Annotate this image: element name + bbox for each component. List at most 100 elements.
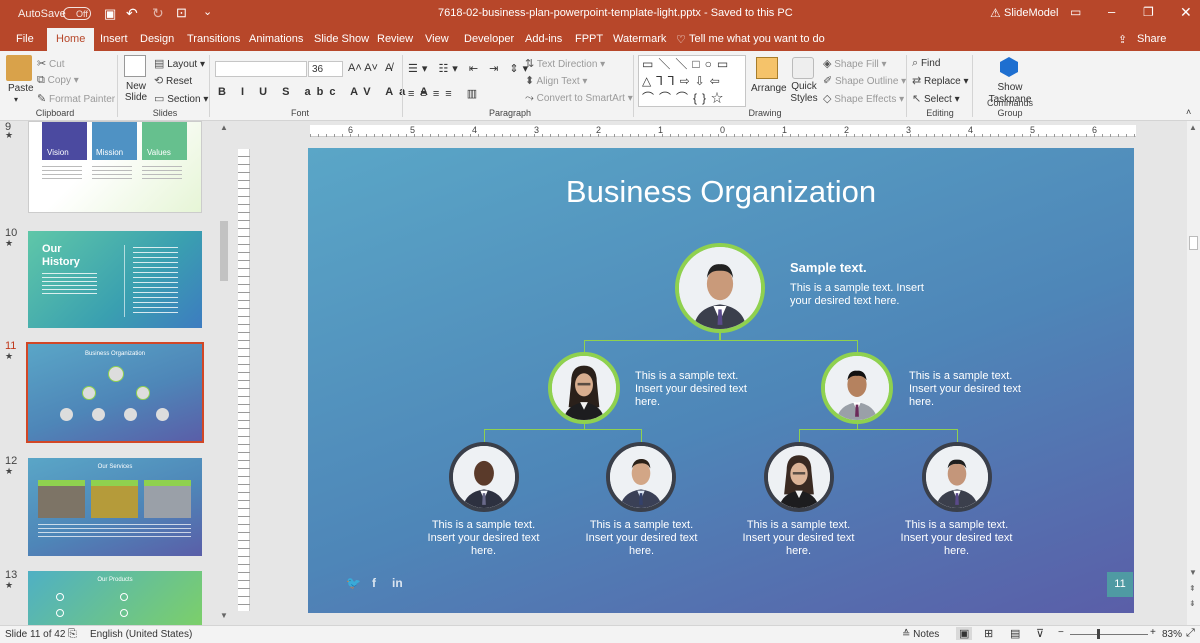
thumbnail-slide-12[interactable]: Our Services xyxy=(28,458,202,556)
autosave-toggle[interactable]: Off xyxy=(63,7,91,20)
employee-text-3[interactable]: This is a sample text. Insert your desir… xyxy=(741,519,856,558)
scroll-thumb[interactable] xyxy=(1189,236,1198,250)
paste-dropdown-icon[interactable]: ▾ xyxy=(14,95,18,104)
shape-effects-button[interactable]: ◇ Shape Effects ▾ xyxy=(823,92,904,105)
align-text-button[interactable]: ⬍ Align Text ▾ xyxy=(525,74,587,87)
fit-slide-icon[interactable]: ⤢ xyxy=(1186,627,1195,640)
close-icon[interactable]: ✕ xyxy=(1180,4,1192,21)
thumbnail-slide-13[interactable]: Our Products xyxy=(28,571,202,625)
share-button[interactable]: Share xyxy=(1137,33,1166,45)
save-icon[interactable]: ▣ xyxy=(104,6,116,22)
arrange-button[interactable]: Arrange xyxy=(751,83,787,94)
copy-button[interactable]: ⧉ Copy ▾ xyxy=(37,74,79,87)
new-slide-button[interactable]: New Slide xyxy=(121,81,151,103)
thumbnail-slide-9[interactable]: Vision Mission Values xyxy=(28,121,202,213)
paste-button[interactable]: Paste xyxy=(8,83,34,94)
slide[interactable]: Business Organization Sample text. This … xyxy=(308,148,1134,613)
ceo-text[interactable]: This is a sample text. Insert your desir… xyxy=(790,282,940,308)
maximize-icon[interactable]: ❐ xyxy=(1143,5,1154,19)
employee-text-2[interactable]: This is a sample text. Insert your desir… xyxy=(584,519,699,558)
tab-view[interactable]: View xyxy=(425,33,449,45)
find-button[interactable]: ⌕ Find xyxy=(912,57,940,70)
employee-photo-2[interactable] xyxy=(606,442,676,512)
scroll-thumb[interactable] xyxy=(220,221,228,281)
collapse-ribbon-icon[interactable]: ˄ xyxy=(1186,107,1191,117)
slide-sorter-icon[interactable]: ⊞ xyxy=(984,627,993,640)
tab-insert[interactable]: Insert xyxy=(100,33,128,45)
tab-add-ins[interactable]: Add-ins xyxy=(525,33,562,45)
tab-slide-show[interactable]: Slide Show xyxy=(314,33,369,45)
language-indicator[interactable]: English (United States) xyxy=(90,629,192,640)
account-name[interactable]: SlideModel xyxy=(1004,7,1058,19)
prev-slide-icon[interactable]: ⇞ xyxy=(1189,584,1196,593)
taskpane-icon[interactable] xyxy=(1000,57,1018,77)
next-slide-icon[interactable]: ⇟ xyxy=(1189,599,1196,608)
customize-qat-icon[interactable]: ⌄ xyxy=(203,5,212,18)
replace-button[interactable]: ⇄ Replace ▾ xyxy=(912,74,969,87)
font-size-input[interactable]: 36 xyxy=(308,61,343,77)
thumbnail-slide-10[interactable]: Our History xyxy=(28,231,202,328)
select-button[interactable]: ↖ Select ▾ xyxy=(912,92,960,105)
tab-fppt[interactable]: FPPT xyxy=(575,33,603,45)
new-slide-icon[interactable] xyxy=(124,55,146,77)
zoom-in-icon[interactable]: + xyxy=(1150,627,1156,638)
font-grow-icon[interactable]: A˄ A˅ xyxy=(348,62,378,74)
align-icons[interactable]: ≡≡≡≡ ▥ xyxy=(408,87,483,100)
format-painter-button[interactable]: ✎ Format Painter xyxy=(37,92,115,105)
zoom-out-icon[interactable]: − xyxy=(1058,627,1064,638)
ceo-heading[interactable]: Sample text. xyxy=(790,261,867,274)
normal-view-icon[interactable]: ▣ xyxy=(956,627,973,640)
tab-animations[interactable]: Animations xyxy=(249,33,303,45)
notes-button[interactable]: ≙ Notes xyxy=(902,629,939,640)
tab-file[interactable]: File xyxy=(16,33,34,45)
bullets-icon[interactable]: ☰▾ ☷▾ ⇤ ⇥ ⇕▾ xyxy=(408,62,532,75)
tab-watermark[interactable]: Watermark xyxy=(613,33,666,45)
undo-icon[interactable]: ↶ xyxy=(126,5,138,22)
layout-button[interactable]: ▤ Layout ▾ xyxy=(154,57,205,70)
quick-styles-icon[interactable] xyxy=(792,57,814,79)
quick-styles-button[interactable]: Quick Styles xyxy=(787,81,821,105)
zoom-slider[interactable] xyxy=(1070,634,1148,635)
tab-developer[interactable]: Developer xyxy=(464,33,514,45)
manager-photo-right[interactable] xyxy=(821,352,893,424)
tab-review[interactable]: Review xyxy=(377,33,413,45)
minimize-icon[interactable]: – xyxy=(1108,4,1115,19)
zoom-slider-thumb[interactable] xyxy=(1097,629,1100,639)
manager-text-right[interactable]: This is a sample text. Insert your desir… xyxy=(909,370,1024,409)
ribbon-display-icon[interactable]: ▭ xyxy=(1070,5,1081,19)
section-button[interactable]: ▭ Section ▾ xyxy=(154,92,208,105)
scroll-down-icon[interactable]: ▼ xyxy=(1189,568,1197,577)
reading-view-icon[interactable]: ▤ xyxy=(1010,627,1020,640)
manager-photo-left[interactable] xyxy=(548,352,620,424)
scroll-up-icon[interactable]: ▲ xyxy=(1189,123,1197,132)
tell-me-box[interactable]: Tell me what you want to do xyxy=(689,33,825,45)
manager-text-left[interactable]: This is a sample text. Insert your desir… xyxy=(635,370,750,409)
tab-home[interactable]: Home xyxy=(47,28,95,51)
slideshow-view-icon[interactable]: ⊽ xyxy=(1036,627,1044,640)
thumbnail-slide-11[interactable]: Business Organization xyxy=(26,342,204,443)
clear-format-icon[interactable]: A̸ xyxy=(385,62,392,74)
tab-design[interactable]: Design xyxy=(140,33,174,45)
ceo-photo[interactable] xyxy=(675,243,765,333)
employee-text-4[interactable]: This is a sample text. Insert your desir… xyxy=(899,519,1014,558)
font-name-input[interactable] xyxy=(215,61,307,77)
spellcheck-icon[interactable]: ⎘ xyxy=(68,628,77,641)
employee-photo-3[interactable] xyxy=(764,442,834,512)
employee-photo-1[interactable] xyxy=(449,442,519,512)
scroll-down-icon[interactable]: ▼ xyxy=(220,611,228,620)
shape-fill-button[interactable]: ◈ Shape Fill ▾ xyxy=(823,57,887,70)
reset-button[interactable]: ⟲ Reset xyxy=(154,74,192,87)
thumbnail-scrollbar[interactable]: ▲ ▼ xyxy=(218,121,230,625)
employee-photo-4[interactable] xyxy=(922,442,992,512)
paste-icon[interactable] xyxy=(6,55,32,81)
scroll-up-icon[interactable]: ▲ xyxy=(220,123,228,132)
cut-button[interactable]: ✂ Cut xyxy=(37,57,65,70)
employee-text-1[interactable]: This is a sample text. Insert your desir… xyxy=(426,519,541,558)
slide-title[interactable]: Business Organization xyxy=(308,174,1134,210)
zoom-level[interactable]: 83% xyxy=(1162,629,1182,640)
present-icon[interactable]: ⊡ xyxy=(176,5,187,21)
redo-icon[interactable]: ↻ xyxy=(152,5,164,22)
shape-outline-button[interactable]: ✐ Shape Outline ▾ xyxy=(823,74,906,87)
tab-transitions[interactable]: Transitions xyxy=(187,33,240,45)
shapes-gallery[interactable]: ▭＼＼□○▭ △⅂⅂⇨⇩⇦ ⌒⌒⌒{}☆ xyxy=(638,55,746,107)
